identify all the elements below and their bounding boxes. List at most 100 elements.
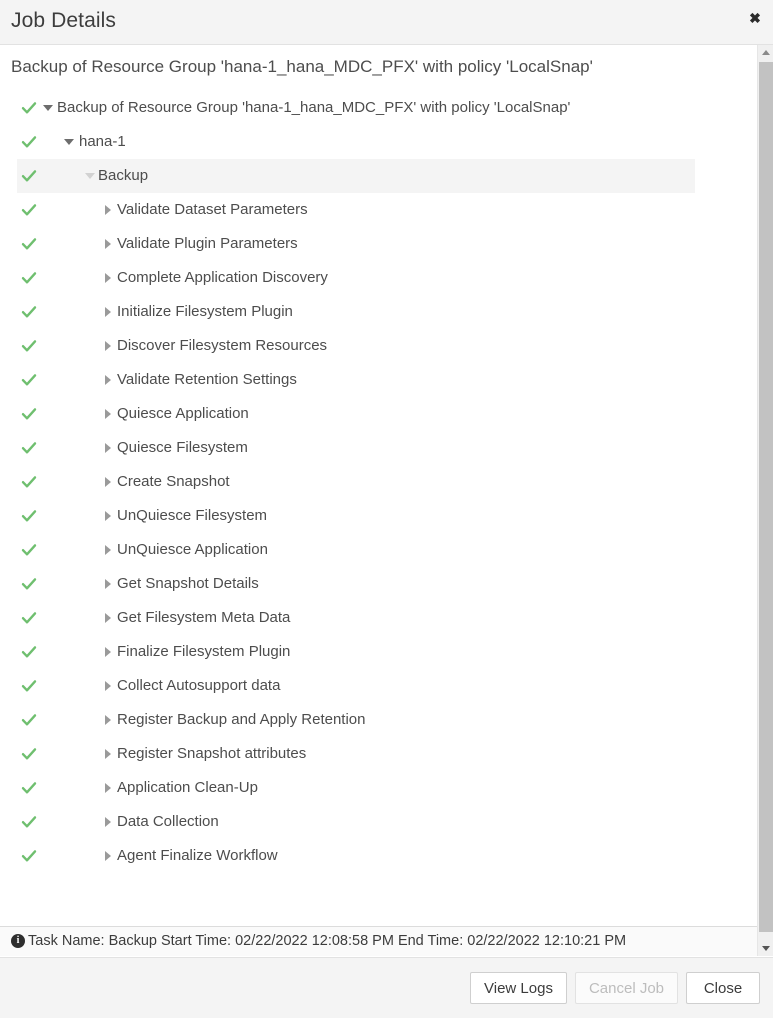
tree-node-label: UnQuiesce Filesystem — [117, 499, 267, 533]
chevron-down-icon[interactable] — [83, 159, 97, 193]
close-icon[interactable]: ✖ — [746, 9, 764, 27]
tree-node-label: Discover Filesystem Resources — [117, 329, 327, 363]
tree-row[interactable]: Get Snapshot Details — [0, 567, 760, 601]
success-check-icon — [21, 159, 37, 193]
chevron-right-icon[interactable] — [101, 567, 115, 601]
dialog-titlebar: Job Details ✖ — [0, 0, 773, 45]
tree-row[interactable]: Initialize Filesystem Plugin — [0, 295, 760, 329]
success-check-icon — [21, 363, 37, 397]
chevron-right-icon[interactable] — [101, 261, 115, 295]
tree-node-label: Finalize Filesystem Plugin — [117, 635, 290, 669]
tree-row[interactable]: Agent Finalize Workflow — [0, 839, 760, 873]
dialog-footer: View LogsCancel JobClose — [0, 957, 773, 1018]
chevron-right-icon[interactable] — [101, 397, 115, 431]
tree-node-label: Validate Plugin Parameters — [117, 227, 298, 261]
tree-row[interactable]: Data Collection — [0, 805, 760, 839]
success-check-icon — [21, 261, 37, 295]
tree-row[interactable]: UnQuiesce Application — [0, 533, 760, 567]
tree-node-label: Agent Finalize Workflow — [117, 839, 278, 873]
chevron-right-icon[interactable] — [101, 329, 115, 363]
tree-node-label: Collect Autosupport data — [117, 669, 280, 703]
success-check-icon — [21, 669, 37, 703]
chevron-right-icon[interactable] — [101, 771, 115, 805]
footer-button-group: View LogsCancel JobClose — [470, 972, 760, 1004]
tree-node-label: Get Snapshot Details — [117, 567, 259, 601]
tree-row[interactable]: Backup — [0, 159, 760, 193]
chevron-right-icon[interactable] — [101, 839, 115, 873]
success-check-icon — [21, 567, 37, 601]
tree-row[interactable]: Register Backup and Apply Retention — [0, 703, 760, 737]
tree-row[interactable]: Create Snapshot — [0, 465, 760, 499]
job-details-content: Backup of Resource Group 'hana-1_hana_MD… — [0, 45, 773, 925]
tree-row[interactable]: Finalize Filesystem Plugin — [0, 635, 760, 669]
tree-row[interactable]: UnQuiesce Filesystem — [0, 499, 760, 533]
chevron-down-icon[interactable] — [41, 91, 55, 125]
success-check-icon — [21, 193, 37, 227]
chevron-right-icon[interactable] — [101, 431, 115, 465]
vertical-scrollbar[interactable] — [757, 45, 773, 956]
success-check-icon — [21, 533, 37, 567]
chevron-right-icon[interactable] — [101, 465, 115, 499]
chevron-right-icon[interactable] — [101, 805, 115, 839]
tree-node-label: Validate Retention Settings — [117, 363, 297, 397]
tree-row[interactable]: hana-1 — [0, 125, 760, 159]
view-logs-button[interactable]: View Logs — [470, 972, 567, 1004]
success-check-icon — [21, 465, 37, 499]
success-check-icon — [21, 227, 37, 261]
tree-node-label: Register Backup and Apply Retention — [117, 703, 366, 737]
scroll-up-arrow-icon[interactable] — [758, 45, 773, 60]
tree-node-label: Backup of Resource Group 'hana-1_hana_MD… — [57, 91, 570, 125]
success-check-icon — [21, 295, 37, 329]
chevron-right-icon[interactable] — [101, 737, 115, 771]
tree-node-label: Application Clean-Up — [117, 771, 258, 805]
chevron-right-icon[interactable] — [101, 227, 115, 261]
chevron-right-icon[interactable] — [101, 635, 115, 669]
tree-row[interactable]: Collect Autosupport data — [0, 669, 760, 703]
chevron-down-icon[interactable] — [62, 125, 76, 159]
tree-row[interactable]: Get Filesystem Meta Data — [0, 601, 760, 635]
success-check-icon — [21, 805, 37, 839]
tree-row[interactable]: Quiesce Application — [0, 397, 760, 431]
scroll-down-arrow-icon[interactable] — [758, 941, 773, 956]
tree-node-label: Data Collection — [117, 805, 219, 839]
tree-node-label: Get Filesystem Meta Data — [117, 601, 290, 635]
tree-row[interactable]: Complete Application Discovery — [0, 261, 760, 295]
tree-row[interactable]: Validate Dataset Parameters — [0, 193, 760, 227]
scrollbar-thumb[interactable] — [759, 62, 773, 932]
tree-row[interactable]: Quiesce Filesystem — [0, 431, 760, 465]
job-details-dialog: Job Details ✖ Backup of Resource Group '… — [0, 0, 773, 1018]
success-check-icon — [21, 635, 37, 669]
tree-row[interactable]: Application Clean-Up — [0, 771, 760, 805]
success-check-icon — [21, 431, 37, 465]
success-check-icon — [21, 839, 37, 873]
tree-row[interactable]: Backup of Resource Group 'hana-1_hana_MD… — [0, 91, 760, 125]
tree-node-label: Create Snapshot — [117, 465, 230, 499]
tree-row[interactable]: Validate Retention Settings — [0, 363, 760, 397]
chevron-right-icon[interactable] — [101, 499, 115, 533]
tree-node-label: UnQuiesce Application — [117, 533, 268, 567]
job-heading: Backup of Resource Group 'hana-1_hana_MD… — [11, 57, 593, 77]
success-check-icon — [21, 703, 37, 737]
status-bar: i Task Name: Backup Start Time: 02/22/20… — [0, 926, 757, 956]
tree-node-label: Complete Application Discovery — [117, 261, 328, 295]
close-button[interactable]: Close — [686, 972, 760, 1004]
tree-node-label: hana-1 — [79, 125, 126, 159]
tree-node-label: Validate Dataset Parameters — [117, 193, 308, 227]
chevron-right-icon[interactable] — [101, 703, 115, 737]
tree-node-label: Initialize Filesystem Plugin — [117, 295, 293, 329]
tree-row[interactable]: Validate Plugin Parameters — [0, 227, 760, 261]
success-check-icon — [21, 125, 37, 159]
chevron-right-icon[interactable] — [101, 669, 115, 703]
chevron-right-icon[interactable] — [101, 533, 115, 567]
chevron-right-icon[interactable] — [101, 193, 115, 227]
tree-row[interactable]: Register Snapshot attributes — [0, 737, 760, 771]
success-check-icon — [21, 329, 37, 363]
success-check-icon — [21, 499, 37, 533]
chevron-right-icon[interactable] — [101, 601, 115, 635]
tree-node-label: Register Snapshot attributes — [117, 737, 306, 771]
success-check-icon — [21, 91, 37, 125]
chevron-right-icon[interactable] — [101, 363, 115, 397]
chevron-right-icon[interactable] — [101, 295, 115, 329]
info-icon: i — [11, 934, 25, 948]
tree-row[interactable]: Discover Filesystem Resources — [0, 329, 760, 363]
